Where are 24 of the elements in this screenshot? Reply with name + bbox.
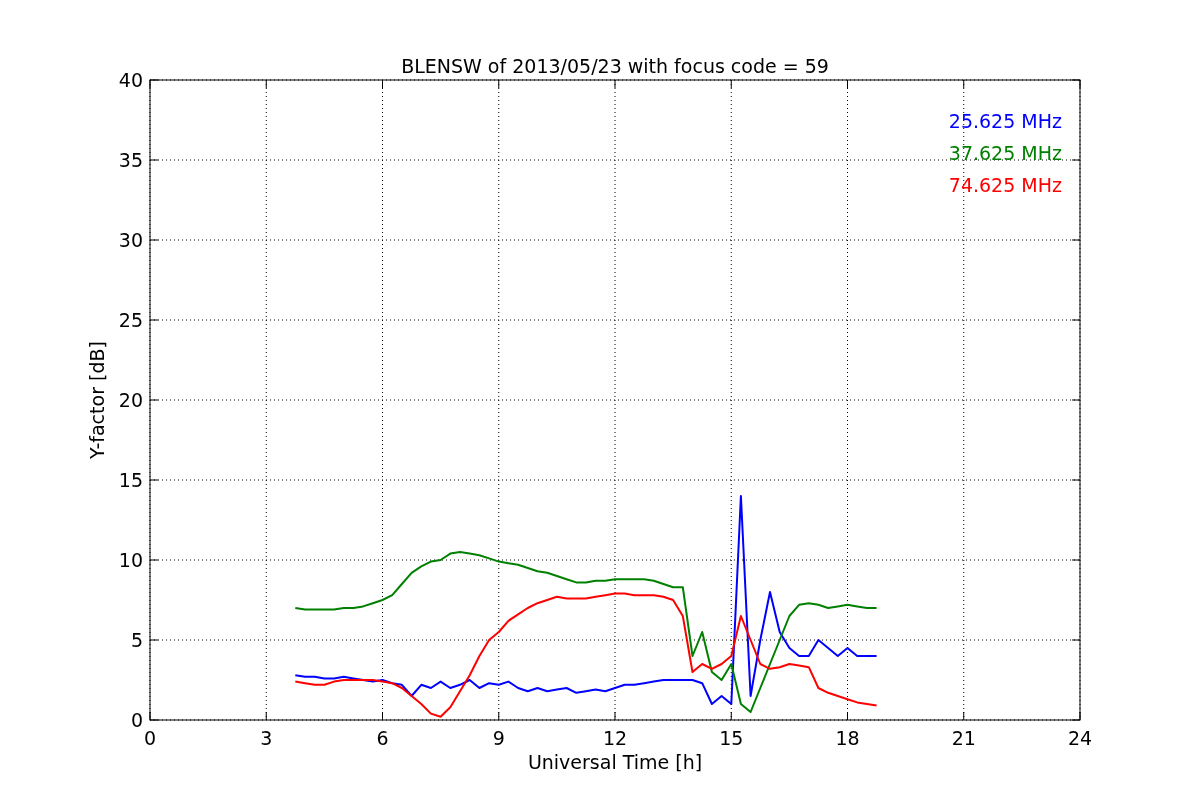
x-tick-label: 21	[951, 727, 976, 749]
y-tick-label: 20	[118, 389, 143, 411]
x-tick-label: 24	[1067, 727, 1093, 749]
y-tick-label: 25	[118, 309, 143, 331]
legend-label: 74.625 MHz	[948, 174, 1062, 196]
x-axis-label: Universal Time [h]	[527, 751, 703, 773]
y-tick-label: 5	[130, 629, 143, 651]
legend-label: 37.625 MHz	[948, 142, 1062, 164]
chart-title: BLENSW of 2013/05/23 with focus code = 59	[401, 55, 829, 77]
legend-label: 25.625 MHz	[948, 110, 1062, 132]
x-tick-label: 6	[376, 727, 389, 749]
y-tick-label: 15	[118, 469, 143, 491]
x-tick-label: 3	[260, 727, 273, 749]
x-tick-label: 18	[835, 727, 860, 749]
y-tick-label: 30	[118, 229, 143, 251]
y-axis-label: Y-factor [dB]	[86, 341, 108, 459]
x-tick-label: 0	[143, 727, 157, 749]
y-tick-label: 40	[118, 69, 143, 91]
y-tick-label: 10	[118, 549, 143, 571]
x-tick-label: 15	[719, 727, 744, 749]
y-tick-label: 35	[118, 149, 143, 171]
y-tick-label: 0	[130, 709, 143, 731]
x-tick-label: 12	[602, 727, 628, 749]
x-tick-label: 9	[492, 727, 505, 749]
